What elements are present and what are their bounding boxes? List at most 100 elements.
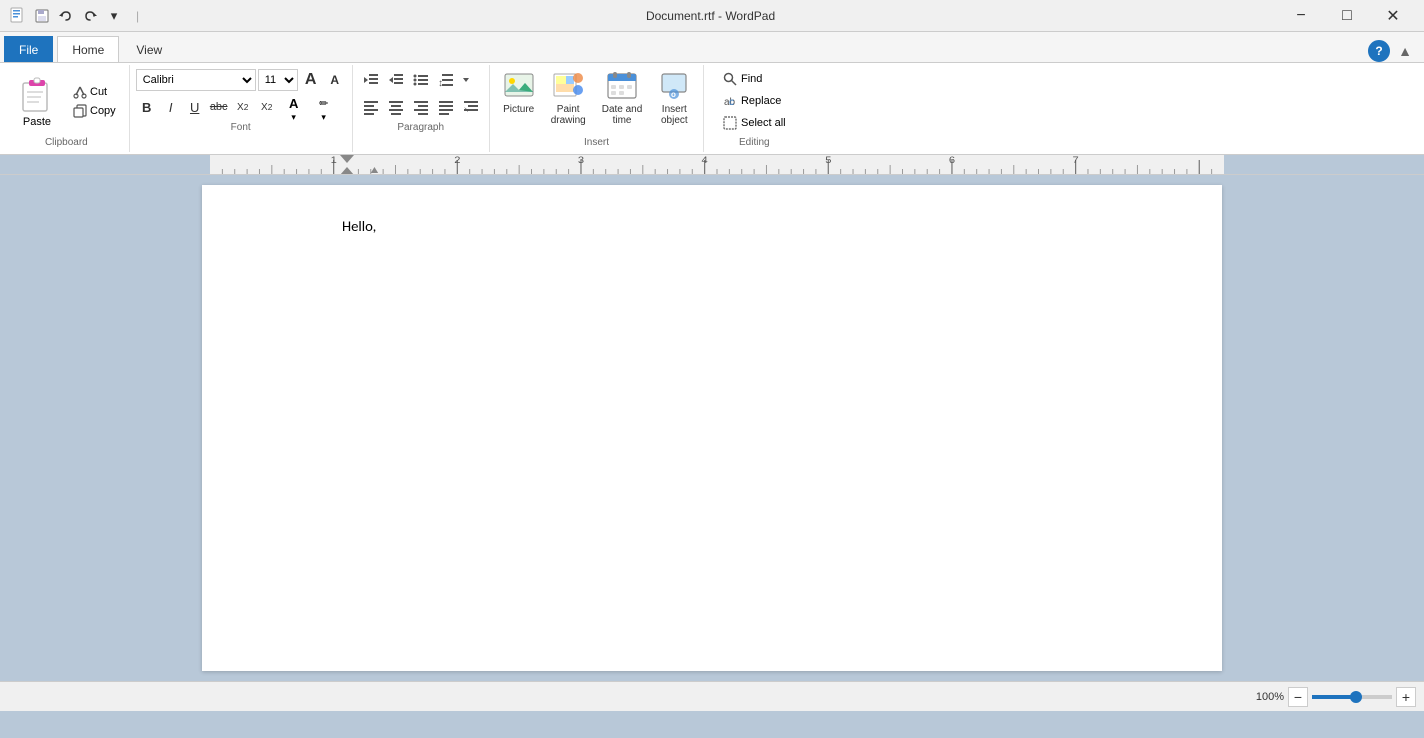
copy-button[interactable]: Copy [68, 102, 121, 120]
zoom-slider-thumb [1350, 691, 1362, 703]
svg-text:3: 3 [578, 156, 585, 166]
decrease-indent-button[interactable] [359, 69, 383, 91]
paragraph-label: Paragraph [397, 120, 444, 135]
replace-button[interactable]: abc Replace [714, 91, 794, 111]
find-button[interactable]: Find [714, 69, 794, 89]
paint-drawing-button[interactable]: Paint drawing [544, 67, 593, 129]
justify-button[interactable] [434, 96, 458, 118]
svg-text:7: 7 [1073, 156, 1080, 166]
align-left-button[interactable] [359, 96, 383, 118]
font-group-top: Calibri 11 A A [136, 69, 346, 91]
bullet-dropdown[interactable] [459, 69, 473, 91]
italic-button[interactable]: I [160, 96, 182, 118]
date-time-icon [606, 70, 638, 102]
select-all-label: Select all [741, 117, 786, 129]
svg-text:2: 2 [454, 156, 461, 166]
insert-group: Picture Paint drawing [490, 65, 705, 152]
font-color-button[interactable]: A ▾ [280, 96, 308, 118]
font-group-bottom: B I U abc X2 X2 A ▾ ✏ ▾ [136, 96, 346, 118]
paragraph-bottom [359, 96, 483, 118]
shrink-font-button[interactable]: A [324, 69, 346, 91]
cut-button[interactable]: Cut [68, 83, 121, 101]
paste-icon [19, 75, 55, 115]
tab-home[interactable]: Home [57, 36, 119, 62]
replace-label: Replace [741, 95, 781, 107]
save-button[interactable] [32, 6, 52, 26]
ribbon-collapse-button[interactable]: ▲ [1394, 40, 1416, 62]
title-bar: ▾ | Document.rtf - WordPad − □ ✕ [0, 0, 1424, 32]
insert-object-icon: o [658, 70, 690, 102]
clipboard-small-buttons: Cut Copy [66, 81, 123, 122]
highlight-color-button[interactable]: ✏ ▾ [310, 96, 338, 118]
app-icon [8, 6, 28, 26]
font-group: Calibri 11 A A B I U abc X2 X2 A [130, 65, 353, 152]
editing-label: Editing [739, 135, 770, 150]
date-time-button[interactable]: Date and time [595, 67, 650, 129]
insert-group-content: Picture Paint drawing [496, 67, 698, 135]
superscript-button[interactable]: X2 [256, 96, 278, 118]
editing-group: Find abc Replace Select all Editing [704, 65, 804, 152]
ruler-right-margin [1224, 155, 1424, 174]
redo-button[interactable] [80, 6, 100, 26]
select-all-button[interactable]: Select all [714, 113, 795, 133]
strikethrough-button[interactable]: abc [208, 96, 230, 118]
zoom-percentage: 100% [1256, 691, 1284, 703]
undo-button[interactable] [56, 6, 76, 26]
svg-text:↕: ↕ [438, 78, 443, 89]
insert-object-label: Insert object [661, 104, 688, 126]
ruler-left-margin [0, 155, 210, 174]
ruler-track: 1 2 3 4 5 6 7 [210, 155, 1224, 174]
underline-button[interactable]: U [184, 96, 206, 118]
paragraph-top: ↕ [359, 69, 483, 91]
grow-font-button[interactable]: A [300, 69, 322, 91]
align-center-button[interactable] [384, 96, 408, 118]
zoom-slider-track [1312, 695, 1352, 699]
find-label: Find [741, 73, 762, 85]
minimize-button[interactable]: − [1278, 0, 1324, 32]
clipboard-group-content: Paste Cut [10, 67, 123, 135]
svg-text:1: 1 [331, 156, 338, 166]
close-button[interactable]: ✕ [1370, 0, 1416, 32]
content-line-1: Hello, [342, 215, 1082, 237]
tab-view[interactable]: View [121, 36, 177, 62]
date-time-label: Date and time [602, 104, 643, 126]
picture-label: Picture [503, 104, 534, 115]
ribbon-help: ? ▲ [1368, 40, 1424, 62]
window-title: Document.rtf - WordPad [143, 9, 1278, 23]
quick-access-toolbar: ▾ [32, 6, 124, 26]
increase-indent-button[interactable] [384, 69, 408, 91]
svg-text:c: c [729, 97, 734, 108]
clipboard-group: Paste Cut [4, 65, 130, 152]
zoom-in-button[interactable]: + [1396, 687, 1416, 707]
document-area: Hello, [0, 175, 1424, 681]
picture-button[interactable]: Picture [496, 67, 542, 118]
rtl-button[interactable] [459, 96, 483, 118]
help-button[interactable]: ? [1368, 40, 1390, 62]
quick-access-dropdown[interactable]: ▾ [104, 6, 124, 26]
align-right-button[interactable] [409, 96, 433, 118]
window-controls: − □ ✕ [1278, 0, 1416, 32]
zoom-slider[interactable] [1312, 695, 1392, 699]
paint-label: Paint drawing [551, 104, 586, 126]
paste-button[interactable]: Paste [10, 72, 64, 131]
font-size-select[interactable]: 11 [258, 69, 298, 91]
ruler: 1 2 3 4 5 6 7 [0, 155, 1424, 175]
cut-label: Cut [90, 86, 107, 98]
copy-label: Copy [90, 105, 116, 117]
ribbon-content: Paste Cut [0, 62, 1424, 154]
line-spacing-button[interactable]: ↕ [434, 69, 458, 91]
zoom-controls: 100% − + [1256, 687, 1416, 707]
zoom-out-button[interactable]: − [1288, 687, 1308, 707]
svg-text:4: 4 [702, 156, 709, 166]
subscript-button[interactable]: X2 [232, 96, 254, 118]
svg-text:5: 5 [825, 156, 832, 166]
picture-icon [503, 70, 535, 102]
font-family-select[interactable]: Calibri [136, 69, 256, 91]
bold-button[interactable]: B [136, 96, 158, 118]
insert-object-button[interactable]: o Insert object [651, 67, 697, 129]
maximize-button[interactable]: □ [1324, 0, 1370, 32]
tab-file[interactable]: File [4, 36, 53, 62]
bullets-button[interactable] [409, 69, 433, 91]
document-editor[interactable]: Hello, [342, 215, 1082, 259]
document-page: Hello, [202, 185, 1222, 671]
